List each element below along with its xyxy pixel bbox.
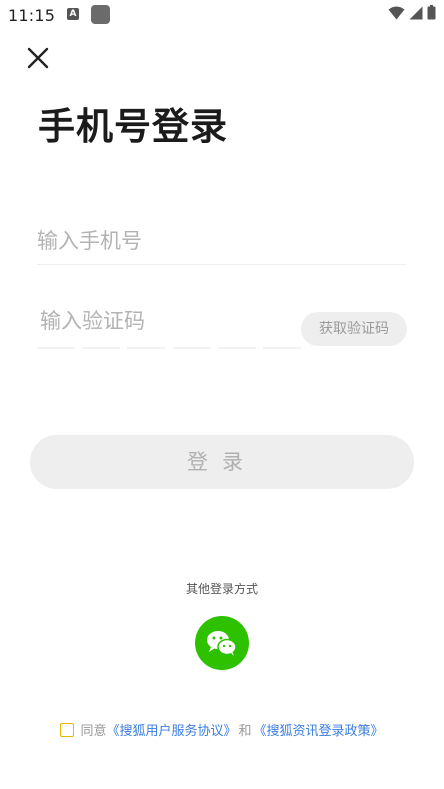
- agreement-and: 和: [238, 724, 252, 739]
- login-button[interactable]: 登录: [30, 435, 414, 489]
- get-code-button[interactable]: 获取验证码: [301, 312, 407, 346]
- agreement-prefix: 同意: [80, 724, 107, 739]
- wifi-icon: [388, 6, 405, 19]
- status-icons: [388, 5, 436, 20]
- user-agreement-link[interactable]: 《搜狐用户服务协议》: [106, 720, 236, 739]
- code-slot: [37, 347, 75, 349]
- code-slot: [82, 347, 120, 349]
- other-login-label: 其他登录方式: [185, 582, 258, 596]
- code-slot: [263, 347, 301, 349]
- verification-code-input[interactable]: [40, 301, 290, 341]
- code-slot: [173, 347, 211, 349]
- agreement-row: 同意 《搜狐用户服务协议》 和 《搜狐资讯登录政策》: [0, 720, 444, 739]
- agree-checkbox[interactable]: [60, 722, 75, 737]
- phone-input[interactable]: [37, 218, 407, 265]
- page-title: 手机号登录: [38, 105, 228, 148]
- notification-app-icon: [91, 5, 110, 24]
- wechat-login-button[interactable]: [195, 616, 249, 670]
- close-button[interactable]: [24, 44, 52, 72]
- battery-icon: [427, 5, 436, 20]
- code-slot: [218, 347, 256, 349]
- code-slot: [127, 347, 165, 349]
- close-icon: [27, 47, 49, 69]
- login-policy-link[interactable]: 《搜狐资讯登录政策》: [254, 720, 384, 739]
- wechat-icon: [207, 631, 237, 656]
- notification-a-icon: A: [67, 8, 79, 20]
- signal-icon: [409, 6, 423, 19]
- status-time: 11:15: [8, 6, 56, 25]
